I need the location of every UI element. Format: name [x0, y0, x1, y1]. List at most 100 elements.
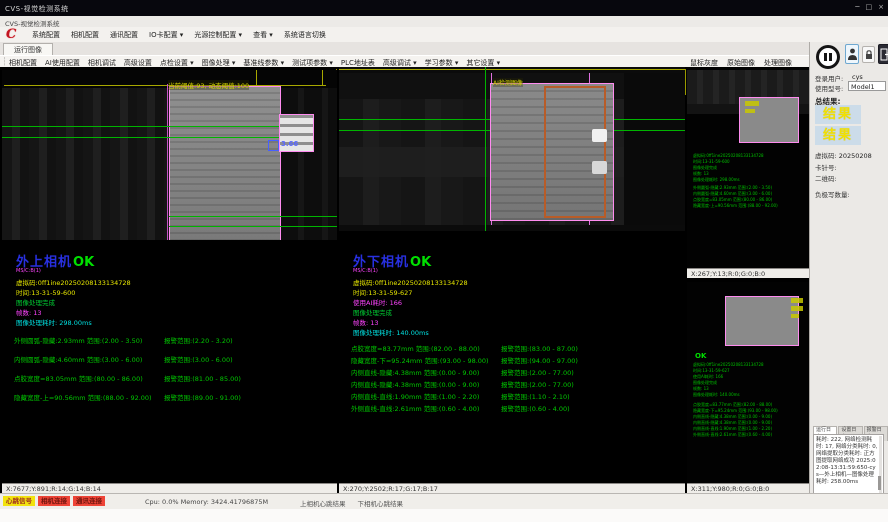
result-info-line: 虚拟码:0ff1ine20250208133134728: [353, 278, 653, 288]
middle-camera-image[interactable]: AI检测图像: [339, 67, 685, 231]
menu-item[interactable]: IO卡配置 ▾: [149, 30, 183, 40]
bottom-thumbnail-image[interactable]: OK 虚拟码:0ff1ine20250208133134728时间:13-31-…: [687, 282, 809, 483]
menu-bar: C 系统配置 相机配置 通讯配置 IO卡配置 ▾ 光源控制配置 ▾ 查看 ▾ 系统语言切换: [0, 27, 888, 42]
result-info-line: 虚拟码:0ff1ine20250208133134728: [16, 278, 316, 288]
machine-background-right: [624, 73, 685, 225]
main-workspace: 当前阈值:93, 动态阈值:100 3.66 外上相机OK MS/C:B(1) …: [0, 67, 809, 493]
result-ok-badge: OK: [410, 255, 431, 270]
pause-icon: [824, 53, 827, 61]
cpu-memory-status: Cpu: 0.0% Memory: 3424.41796875M: [145, 498, 268, 506]
thumb-mini-text: 外侧直线-直线:2.61mm 范围:(0.60 - 4.00): [693, 432, 805, 438]
measurement-alarm-range: 报警范围:(89.00 - 91.00): [164, 392, 241, 402]
model-label: 使用型号:: [815, 83, 843, 93]
measurement-row: 内侧直线-隐藏:4.38mm 范围:(0.00 - 9.00) 报警范围:(2.…: [351, 379, 671, 391]
measurement-alarm-range: 报警范围:(2.00 - 77.00): [501, 379, 574, 389]
exit-door-icon: [880, 47, 888, 62]
measurement-value: 外侧直线-直线:2.61mm 范围:(0.60 - 4.00): [351, 403, 479, 413]
field-virtual-code: 虚拟码:20250208: [815, 150, 872, 160]
pause-button[interactable]: [816, 45, 840, 69]
result-info-line: 帧数: 13: [353, 318, 653, 328]
menu-item[interactable]: 光源控制配置 ▾: [194, 30, 242, 40]
measurement-value: 点胶宽度=83.77mm 范围:(82.00 - 88.00): [351, 343, 480, 353]
measure-green-line: [169, 216, 337, 217]
measurement-alarm-range: 报警范围:(0.60 - 4.00): [501, 403, 570, 413]
measurement-value: 隐藏宽度-下=95.24mm 范围:(93.00 - 98.00): [351, 355, 489, 365]
bright-feature: [592, 129, 607, 142]
measurement-alarm-range: 报警范围:(2.20 - 3.20): [164, 335, 233, 345]
baseline-yellow-tick: [256, 70, 257, 85]
window-control-button[interactable]: □: [866, 3, 873, 11]
yellow-label-mark: [791, 314, 799, 318]
measurement-alarm-range: 报警范围:(94.00 - 97.00): [501, 355, 578, 365]
blue-marker-box: [268, 140, 279, 151]
left-camera-panel: 当前阈值:93, 动态阈值:100 3.66 外上相机OK MS/C:B(1) …: [2, 67, 337, 493]
bottom-strip: [0, 509, 888, 522]
measurement-alarm-range: 报警范围:(81.00 - 85.00): [164, 373, 241, 383]
status-bar: 心跳信号相机连接通讯连接 Cpu: 0.0% Memory: 3424.4179…: [0, 493, 888, 509]
measurement-value: 内侧圆弧-隐藏:4.60mm 范围:(3.00 - 6.00): [14, 354, 142, 364]
measurement-row: 内侧直线-隐藏:4.38mm 范围:(0.00 - 9.00) 报警范围:(2.…: [351, 367, 671, 379]
threshold-overlay-text: 当前阈值:93, 动态阈值:100: [168, 80, 249, 90]
thumb-ok-label: OK: [695, 352, 706, 360]
status-badge: 心跳信号: [3, 496, 35, 506]
left-camera-image[interactable]: 当前阈值:93, 动态阈值:100 3.66: [2, 70, 337, 240]
measurement-row: 隐藏宽度-下=95.24mm 范围:(93.00 - 98.00) 报警范围:(…: [351, 355, 671, 367]
panel-divider-line: [685, 69, 686, 95]
result-info-line: 帧数: 13: [16, 308, 316, 318]
app-logo-icon: C: [6, 27, 16, 42]
left-pixel-coord-bar: X:7677;Y:891;R:14;G:14;B:14: [2, 483, 337, 493]
result-box-2: 结果: [815, 126, 861, 145]
field-write-count: 负极写数量:: [815, 189, 852, 199]
thumb-mini-text: 图像处理耗时: 298.00ms: [693, 177, 805, 183]
result-box-1: 结果: [815, 105, 861, 124]
bright-feature: [592, 161, 607, 174]
user-button[interactable]: [845, 44, 859, 64]
result-info-line: 图像处理耗时: 140.00ms: [353, 328, 653, 338]
measurement-row: 内侧直线-直线:1.90mm 范围:(1.00 - 2.20) 报警范围:(1.…: [351, 391, 671, 403]
top-thumb-coord-bar: X:267;Y:13;R:0;G:0;B:0: [687, 268, 809, 278]
result-info-line: 时间:13-31-59-627: [353, 288, 653, 298]
measurement-value: 外侧圆弧-隐藏:2.93mm 范围:(2.00 - 3.50): [14, 335, 142, 345]
field-qr-code: 二维码:: [815, 173, 839, 183]
menu-item[interactable]: 相机配置: [71, 30, 99, 40]
right-sidebar: 登录用户: cys 使用型号: Model1 总结果: 结果 结果 虚拟码:20…: [809, 42, 888, 493]
measurement-row: 外侧圆弧-隐藏:2.93mm 范围:(2.00 - 3.50) 报警范围:(2.…: [14, 335, 334, 354]
result-info-line: 使用AI耗时: 166: [353, 298, 653, 308]
thumbnail-column: 虚拟码:0ff1ine20250208133134728时间:13-31-59-…: [687, 67, 809, 493]
measurement-alarm-range: 报警范围:(83.00 - 87.00): [501, 343, 578, 353]
top-thumbnail-image[interactable]: 虚拟码:0ff1ine20250208133134728时间:13-31-59-…: [687, 67, 809, 268]
measurement-value: 内侧直线-隐藏:4.38mm 范围:(0.00 - 9.00): [351, 367, 479, 377]
login-user-label: 登录用户:: [815, 73, 843, 83]
model-select[interactable]: Model1: [848, 81, 886, 91]
login-user-value: cys: [852, 73, 863, 81]
thumb-mini-text: 隐藏宽度-上=90.56mm 范围:(88.00 - 92.00): [693, 203, 805, 209]
log-scrollbar[interactable]: [879, 436, 882, 495]
result-info-line: 时间:13-31-59-600: [16, 288, 316, 298]
result-info-line: 图像处理完成: [16, 298, 316, 308]
measure-green-vline: [485, 67, 486, 231]
measurement-value: 内侧直线-隐藏:4.38mm 范围:(0.00 - 9.00): [351, 379, 479, 389]
baseline-yellow-tick: [322, 70, 323, 85]
measurement-row: 点胶宽度=83.77mm 范围:(82.00 - 88.00) 报警范围:(83…: [351, 343, 671, 355]
roi-magenta-line: [167, 84, 168, 240]
window-title: CVS-视觉检测系统: [5, 4, 69, 14]
window-control-button[interactable]: ─: [855, 3, 859, 11]
window-control-button[interactable]: ×: [878, 3, 884, 11]
toolbar-grip-icon: ┆: [2, 57, 7, 66]
menu-item[interactable]: 通讯配置: [110, 30, 138, 40]
menu-item[interactable]: 系统配置: [32, 30, 60, 40]
log-scrollbar-thumb[interactable]: [878, 476, 881, 490]
exit-button[interactable]: [878, 44, 888, 64]
menu-item[interactable]: 查看 ▾: [253, 30, 273, 40]
product-texture: [170, 87, 280, 240]
measurement-alarm-range: 报警范围:(2.00 - 77.00): [501, 367, 574, 377]
left-result-block: 外上相机OK MS/C:B(1) 虚拟码:0ff1ine202502081331…: [16, 256, 316, 328]
menu-item[interactable]: 系统语言切换: [284, 30, 326, 40]
log-text: 耗时: 222, 网络检测耗时: 17, 网络分类耗时: 0, 网络提取分类耗时…: [816, 437, 878, 486]
lock-button[interactable]: [862, 46, 875, 63]
blue-marker-label: 3.66: [281, 140, 298, 148]
baseline-yellow-line: [339, 69, 685, 70]
measurement-row: 内侧圆弧-隐藏:4.60mm 范围:(3.00 - 6.00) 报警范围:(3.…: [14, 354, 334, 373]
product-region-outline: [725, 296, 799, 346]
field-needle-no: 卡针号:: [815, 162, 839, 172]
